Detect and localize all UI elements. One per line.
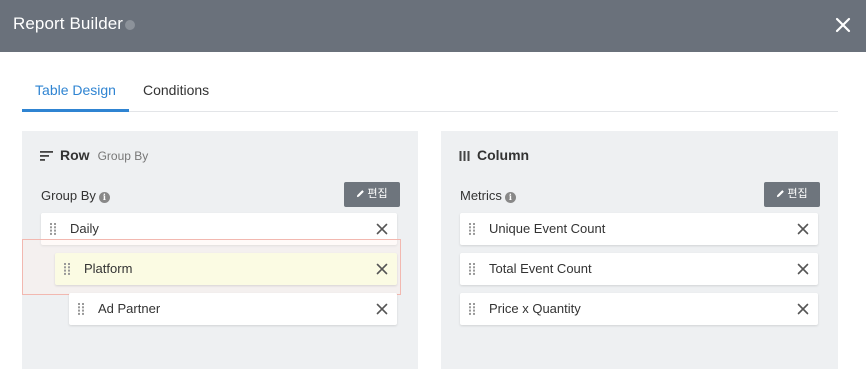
list-item-label: Total Event Count bbox=[489, 261, 592, 276]
info-icon[interactable]: i bbox=[98, 192, 110, 203]
row-title-text: Row bbox=[60, 147, 90, 163]
edit-label: 편집 bbox=[367, 188, 388, 200]
remove-icon[interactable] bbox=[796, 262, 810, 276]
modal-title: Report Builder bbox=[13, 14, 124, 33]
list-item-label: Daily bbox=[70, 221, 99, 236]
column-title-text: Column bbox=[477, 147, 530, 163]
edit-group-by-button[interactable]: 편집 bbox=[344, 182, 400, 207]
info-icon[interactable]: i bbox=[504, 192, 516, 203]
edit-label: 편집 bbox=[787, 188, 808, 200]
list-item-label: Unique Event Count bbox=[489, 221, 606, 236]
column-panel: Column Metrics i 편집 bbox=[441, 131, 838, 369]
list-item-label: Price x Quantity bbox=[489, 301, 581, 316]
drag-handle-icon[interactable] bbox=[78, 303, 87, 315]
remove-icon[interactable] bbox=[796, 222, 810, 236]
metrics-label-text: Metrics bbox=[460, 188, 502, 203]
remove-icon[interactable] bbox=[796, 302, 810, 316]
group-by-label: Group By i bbox=[41, 188, 110, 203]
remove-icon[interactable] bbox=[375, 262, 389, 276]
list-item-total-event-count[interactable]: Total Event Count bbox=[460, 253, 818, 285]
title-info-icon[interactable] bbox=[125, 20, 135, 30]
drag-handle-icon[interactable] bbox=[469, 223, 478, 235]
metrics-label: Metrics i bbox=[460, 188, 516, 203]
edit-metrics-button[interactable]: 편집 bbox=[764, 182, 820, 207]
modal-header: Report Builder bbox=[0, 0, 866, 52]
remove-icon[interactable] bbox=[375, 222, 389, 236]
group-by-label-text: Group By bbox=[41, 188, 96, 203]
drag-handle-icon[interactable] bbox=[469, 303, 478, 315]
columns-icon bbox=[459, 151, 470, 162]
tab-table-design[interactable]: Table Design bbox=[22, 82, 129, 112]
drag-handle-icon[interactable] bbox=[50, 223, 59, 235]
list-item-label: Platform bbox=[84, 261, 133, 276]
list-item-platform[interactable]: Platform bbox=[55, 253, 397, 285]
tab-bar: Table Design Conditions bbox=[22, 78, 838, 112]
row-subtitle: Group By bbox=[97, 149, 149, 163]
column-panel-title: Column bbox=[459, 147, 529, 163]
list-item-price-x-quantity[interactable]: Price x Quantity bbox=[460, 293, 818, 325]
drag-handle-icon[interactable] bbox=[64, 263, 73, 275]
drag-handle-icon[interactable] bbox=[469, 263, 478, 275]
list-item-unique-event-count[interactable]: Unique Event Count bbox=[460, 213, 818, 245]
tab-conditions[interactable]: Conditions bbox=[143, 82, 209, 112]
list-item-label: Ad Partner bbox=[98, 301, 161, 316]
row-panel-title: Row Group By bbox=[40, 147, 148, 163]
sort-lines-icon bbox=[40, 151, 53, 162]
pencil-icon bbox=[357, 190, 365, 198]
list-item-ad-partner[interactable]: Ad Partner bbox=[69, 293, 397, 325]
remove-icon[interactable] bbox=[375, 302, 389, 316]
pencil-icon bbox=[777, 190, 785, 198]
close-icon[interactable] bbox=[832, 14, 854, 36]
